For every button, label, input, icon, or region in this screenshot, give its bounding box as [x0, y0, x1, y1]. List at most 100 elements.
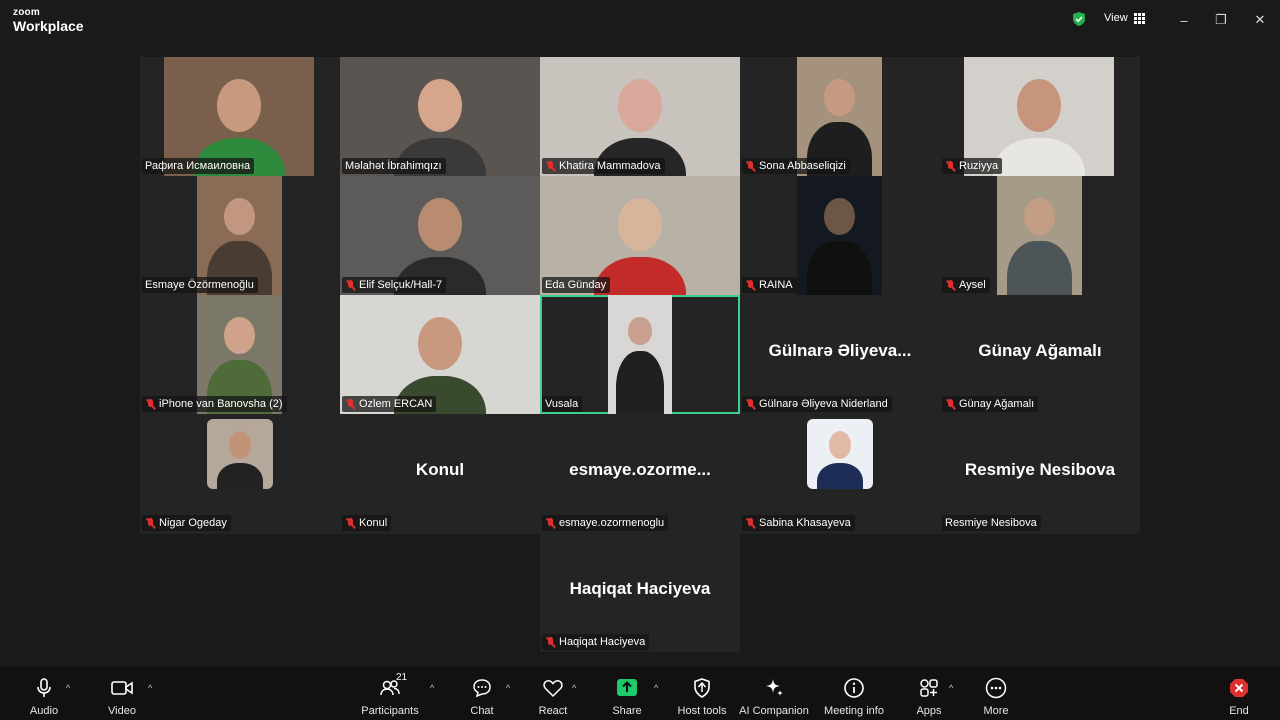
participant-display-name: Günay Ağamalı [978, 341, 1102, 360]
participant-tile[interactable]: Sona Abbaseliqizi [740, 57, 940, 176]
host-tools-button[interactable]: Host tools [676, 667, 728, 720]
participant-body [615, 351, 665, 414]
share-screen-icon [615, 676, 639, 700]
muted-microphone-icon [745, 517, 756, 529]
participants-options-chevron-icon[interactable]: ^ [430, 683, 434, 693]
participant-name-label: Ozlem ERCAN [342, 396, 437, 412]
participant-tile[interactable]: Khatira Mammadova [540, 57, 740, 176]
end-meeting-button[interactable]: End [1222, 667, 1256, 720]
react-label: React [538, 705, 568, 717]
participant-tile[interactable]: Məlahət İbrahimqızı [340, 57, 540, 176]
muted-microphone-icon [745, 279, 756, 291]
brand-large: Workplace [13, 18, 84, 34]
participant-tile[interactable]: Haqiqat Haciyeva Haqiqat Haciyeva [540, 533, 740, 652]
participant-name: Sona Abbaseliqizi [759, 160, 846, 172]
participants-button[interactable]: 21 Participants [360, 667, 420, 720]
participant-name-label: Esmaye Özörmenoğlu [142, 277, 258, 293]
participant-tile[interactable]: Resmiye Nesibova Resmiye Nesibova [940, 414, 1140, 533]
participant-tile[interactable]: Vusala [540, 295, 740, 414]
restore-button[interactable]: ❐ [1211, 10, 1231, 30]
participant-name-label: Haqiqat Haciyeva [542, 634, 650, 650]
audio-options-chevron-icon[interactable]: ^ [66, 683, 70, 693]
view-button[interactable]: View [1104, 12, 1145, 24]
participant-name: Məlahət İbrahimqızı [345, 160, 442, 172]
participant-name: Konul [359, 517, 388, 529]
video-options-chevron-icon[interactable]: ^ [148, 683, 152, 693]
participant-face [824, 79, 855, 116]
participant-display-name: Resmiye Nesibova [964, 460, 1116, 479]
video-button[interactable]: Video [100, 667, 144, 720]
muted-microphone-icon [745, 398, 756, 410]
participant-name-label: Sabina Khasayeva [742, 515, 855, 531]
encryption-shield-icon[interactable] [1071, 11, 1087, 27]
participant-name: Gülnarə Əliyeva Niderland [759, 398, 888, 410]
ai-companion-button[interactable]: AI Companion [739, 667, 809, 720]
participant-tile[interactable]: iPhone van Banovsha (2) [140, 295, 340, 414]
chat-icon [470, 676, 494, 700]
chat-button[interactable]: Chat [462, 667, 502, 720]
participant-name: Esmaye Özörmenoğlu [145, 279, 254, 291]
end-label: End [1229, 705, 1249, 717]
participant-name-label: Elif Selçuk/Hall-7 [342, 277, 447, 293]
participant-tile[interactable]: Esmaye Özörmenoğlu [140, 176, 340, 295]
participant-tile[interactable]: Konul Konul [340, 414, 540, 533]
meeting-info-label: Meeting info [824, 705, 884, 717]
participant-name: Ruziyya [959, 160, 999, 172]
participant-tile[interactable]: RAINA [740, 176, 940, 295]
participant-tile[interactable]: Ozlem ERCAN [340, 295, 540, 414]
close-window-button[interactable]: ✕ [1250, 10, 1270, 30]
participant-face [628, 317, 652, 345]
title-bar: zoom Workplace View – ❐ ✕ [0, 0, 1280, 40]
participant-tile[interactable]: Günay Ağamalı Günay Ağamalı [940, 295, 1140, 414]
sparkle-icon [762, 676, 786, 700]
host-tools-label: Host tools [677, 705, 727, 717]
participant-display-name: Haqiqat Haciyeva [569, 579, 711, 598]
muted-microphone-icon [545, 636, 556, 648]
share-label: Share [612, 705, 642, 717]
ai-companion-label: AI Companion [739, 705, 809, 717]
meeting-info-button[interactable]: Meeting info [822, 667, 886, 720]
share-options-chevron-icon[interactable]: ^ [654, 683, 658, 693]
participant-count: 21 [396, 672, 408, 683]
participant-tile[interactable]: Nigar Ogeday [140, 414, 340, 533]
participant-tile[interactable]: Gülnarə Əliyeva... Gülnarə Əliyeva Niderl… [740, 295, 940, 414]
minimize-button[interactable]: – [1174, 10, 1194, 30]
apps-button[interactable]: Apps [910, 667, 948, 720]
participant-face [418, 317, 462, 370]
profile-picture [207, 419, 273, 489]
react-options-chevron-icon[interactable]: ^ [572, 683, 576, 693]
participant-face [618, 79, 662, 132]
participant-name-label: esmaye.ozormenoglu [542, 515, 669, 531]
apps-options-chevron-icon[interactable]: ^ [949, 683, 953, 693]
participant-name-label: Gülnarə Əliyeva Niderland [742, 396, 892, 412]
participant-name: Ozlem ERCAN [359, 398, 433, 410]
participant-tile[interactable]: Ruziyya [940, 57, 1140, 176]
participant-name: RAINA [759, 279, 793, 291]
chat-options-chevron-icon[interactable]: ^ [506, 683, 510, 693]
info-icon [842, 676, 866, 700]
audio-button[interactable]: Audio [22, 667, 66, 720]
participant-tile[interactable]: Eda Günday [540, 176, 740, 295]
more-button[interactable]: More [976, 667, 1016, 720]
participant-face [224, 198, 255, 235]
end-icon [1227, 676, 1251, 700]
participant-name-label: Məlahət İbrahimqızı [342, 158, 446, 174]
participant-name: esmaye.ozormenoglu [559, 517, 665, 529]
participant-name-label: Vusala [542, 396, 583, 412]
participant-tile[interactable]: Sabina Khasayeva [740, 414, 940, 533]
muted-microphone-icon [945, 398, 956, 410]
participant-name-label: Рафига Исмаиловна [142, 158, 255, 174]
react-button[interactable]: React [532, 667, 574, 720]
share-button[interactable]: Share [607, 667, 647, 720]
apps-label: Apps [916, 705, 942, 717]
participant-tile[interactable]: Elif Selçuk/Hall-7 [340, 176, 540, 295]
profile-picture [807, 419, 873, 489]
participant-tile[interactable]: Aysel [940, 176, 1140, 295]
participant-display-name: Gülnarə Əliyeva... [768, 341, 912, 360]
participant-name-label: iPhone van Banovsha (2) [142, 396, 287, 412]
participant-name: iPhone van Banovsha (2) [159, 398, 283, 410]
participant-tile[interactable]: Рафига Исмаиловна [140, 57, 340, 176]
participant-tile[interactable]: esmaye.ozorme... esmaye.ozormenoglu [540, 414, 740, 533]
participant-name-label: Aysel [942, 277, 990, 293]
meeting-toolbar: Audio ^ Video ^ 21 Participants ^ Chat ^… [0, 667, 1280, 720]
